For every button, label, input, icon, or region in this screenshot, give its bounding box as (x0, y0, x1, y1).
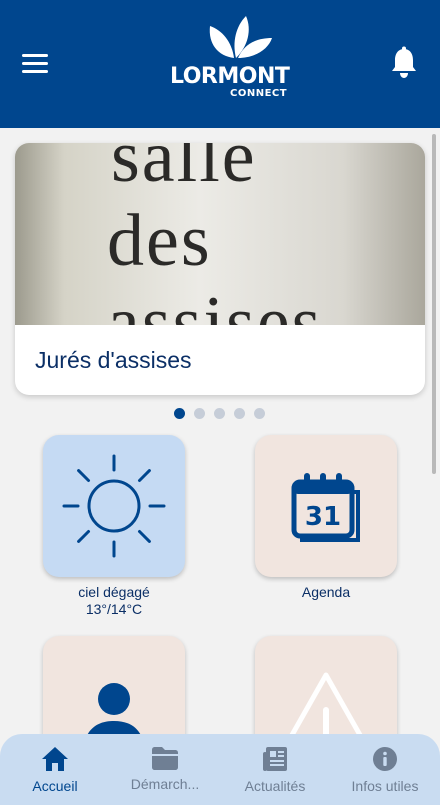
carousel-pagination (174, 408, 274, 419)
weather-condition: ciel dégagé (78, 584, 150, 600)
weather-tile[interactable] (43, 435, 185, 577)
sun-icon (62, 454, 166, 558)
news-carousel-card[interactable]: salle des assises Jurés d'assises (15, 143, 425, 395)
info-icon (373, 747, 397, 771)
bell-icon[interactable] (389, 46, 419, 80)
bottom-navigation: Accueil Démarch... Actualités Infos util… (0, 734, 440, 805)
pagination-dot[interactable] (254, 408, 265, 419)
photo-text-line-1: salle (111, 143, 257, 198)
nav-label-accueil: Accueil (32, 778, 78, 794)
logo-subtitle: CONNECT (230, 88, 288, 99)
calendar-day: 31 (305, 502, 341, 532)
nav-item-actualites[interactable]: Actualités (220, 734, 330, 805)
nav-item-demarches[interactable]: Démarch... (110, 734, 220, 805)
photo-text-line-3: assises (107, 282, 323, 325)
logo-title: LORMONT (170, 64, 290, 89)
pagination-dot[interactable] (174, 408, 185, 419)
calendar-icon: 31 (291, 473, 360, 542)
news-title: Jurés d'assises (35, 347, 192, 373)
pagination-dot[interactable] (214, 408, 225, 419)
nav-label-demarches: Démarch... (130, 776, 200, 792)
agenda-label: Agenda (301, 584, 351, 600)
folder-icon (152, 747, 178, 770)
pagination-dot[interactable] (234, 408, 245, 419)
newspaper-icon (263, 747, 287, 771)
menu-icon[interactable] (22, 54, 48, 74)
nav-label-infos-utiles: Infos utiles (351, 778, 419, 794)
nav-item-infos-utiles[interactable]: Infos utiles (330, 734, 440, 805)
photo-text-line-2: des (107, 200, 212, 282)
pagination-dot[interactable] (194, 408, 205, 419)
app-header: LORMONT CONNECT (0, 0, 440, 128)
weather-label: ciel dégagé 13°/14°C (29, 584, 199, 618)
news-photo: salle des assises (15, 143, 425, 325)
home-icon (42, 747, 68, 771)
weather-temperature: 13°/14°C (85, 601, 143, 617)
lormont-connect-logo: LORMONT CONNECT (160, 14, 310, 104)
nav-label-actualites: Actualités (244, 778, 306, 794)
leaves-icon (209, 16, 272, 58)
agenda-tile[interactable]: 31 (255, 435, 397, 577)
scrollbar[interactable] (432, 134, 436, 474)
nav-item-accueil[interactable]: Accueil (0, 734, 110, 805)
